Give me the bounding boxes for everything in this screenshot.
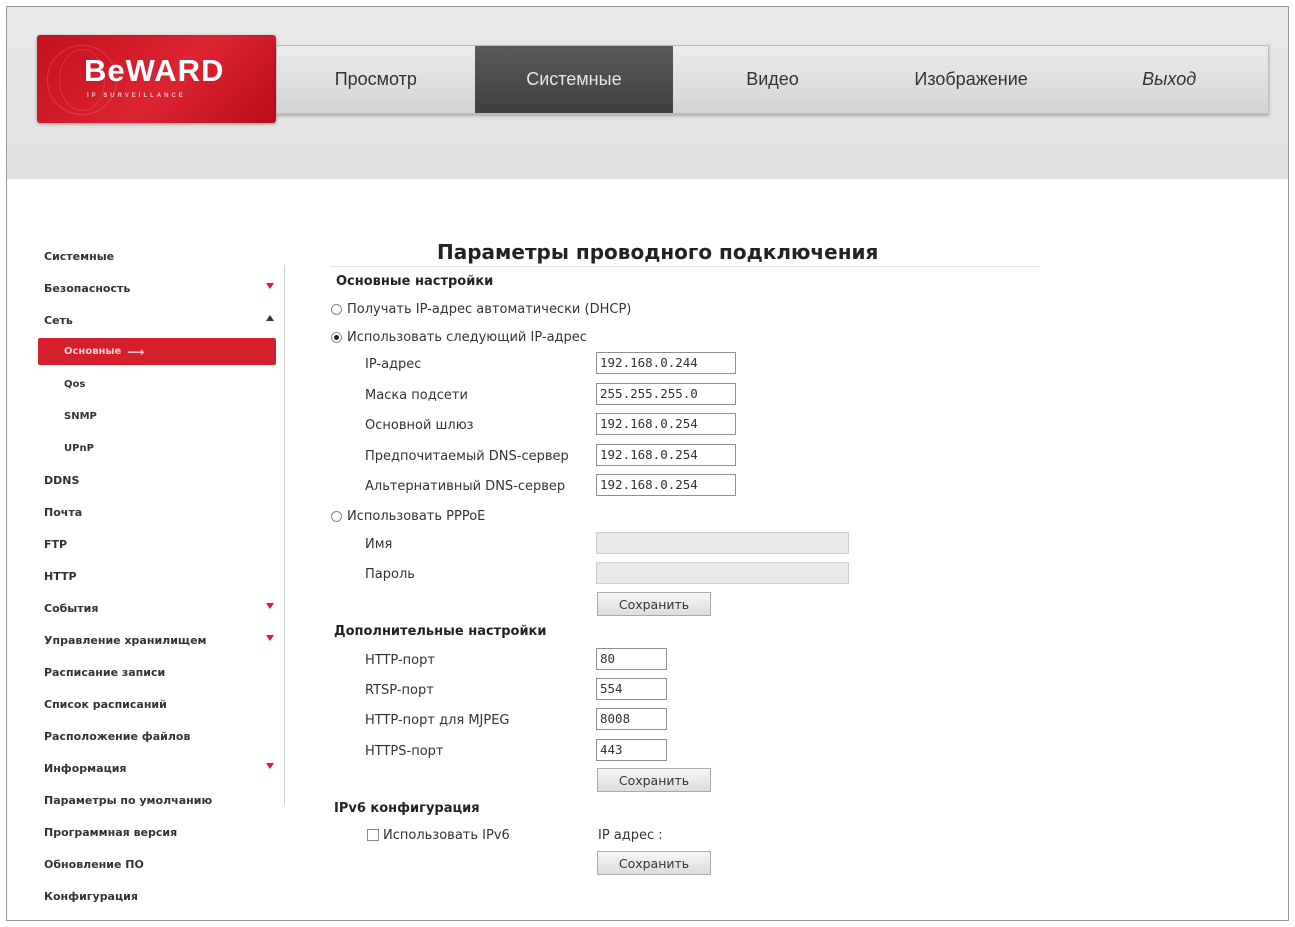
rtsp-port-input[interactable]: 554 — [596, 678, 667, 700]
dns-secondary-input[interactable]: 192.168.0.254 — [596, 474, 736, 496]
nav-tab-3[interactable]: Изображение — [872, 46, 1071, 113]
https-port-label: HTTPS-порт — [365, 744, 444, 759]
sidebar-item-label: FTP — [44, 537, 68, 551]
chevron-down-icon[interactable] — [266, 603, 274, 609]
ipv6-address-label: IP адрес : — [598, 828, 663, 843]
mjpeg-port-input[interactable]: 8008 — [596, 708, 667, 730]
sidebar-item-label: Конфигурация — [44, 889, 138, 903]
advanced-settings-heading: Дополнительные настройки — [334, 624, 547, 639]
pppoe-password-input[interactable] — [596, 562, 849, 584]
save-advanced-button[interactable]: Сохранить — [597, 768, 711, 792]
sidebar-item-label: События — [44, 601, 99, 615]
arrow-right-icon: ⟶ — [127, 344, 145, 359]
dns-secondary-label: Альтернативный DNS-сервер — [365, 479, 566, 494]
save-ipv6-button[interactable]: Сохранить — [597, 851, 711, 875]
sidebar-item-5[interactable]: SNMP — [38, 400, 276, 432]
pppoe-password-label: Пароль — [365, 567, 415, 582]
pppoe-name-label: Имя — [365, 537, 393, 552]
sidebar-item-6[interactable]: UPnP — [38, 432, 276, 464]
ipv6-label: Использовать IPv6 — [383, 828, 510, 843]
sidebar-item-1[interactable]: Безопасность — [38, 272, 276, 304]
sidebar-item-label: DDNS — [44, 473, 80, 487]
sidebar-item-4[interactable]: Qos — [38, 368, 276, 400]
http-port-input[interactable]: 80 — [596, 648, 667, 670]
sidebar-item-11[interactable]: События — [38, 592, 276, 624]
sidebar: Системные Безопасность Сеть Основные ⟶ Qos SNM… — [38, 240, 276, 912]
sidebar-item-0[interactable]: Системные — [38, 240, 276, 272]
sidebar-item-label: Расположение файлов — [44, 729, 191, 743]
basic-settings-heading: Основные настройки — [336, 274, 494, 289]
sidebar-item-label: Основные — [64, 346, 122, 357]
sidebar-item-8[interactable]: Почта — [38, 496, 276, 528]
gateway-input[interactable]: 192.168.0.254 — [596, 413, 736, 435]
chevron-up-icon[interactable] — [266, 315, 274, 321]
sidebar-item-label: HTTP — [44, 569, 77, 583]
nav-tab-2[interactable]: Видео — [673, 46, 872, 113]
sidebar-item-20[interactable]: Конфигурация — [38, 880, 276, 912]
pppoe-radio[interactable] — [331, 511, 342, 522]
sidebar-item-2[interactable]: Сеть — [38, 304, 276, 336]
chevron-down-icon[interactable] — [266, 283, 274, 289]
static-ip-label: Использовать следующий IP-адрес — [347, 330, 587, 345]
chevron-down-icon[interactable] — [266, 763, 274, 769]
sidebar-item-label: Программная версия — [44, 825, 178, 839]
sidebar-item-label: SNMP — [64, 410, 97, 422]
brand-logo[interactable]: BeWARD IP SURVEILLANCE — [37, 35, 276, 123]
sidebar-item-label: Qos — [64, 378, 86, 390]
sidebar-item-label: Безопасность — [44, 281, 131, 295]
sidebar-item-label: Системные — [44, 249, 115, 263]
sidebar-item-12[interactable]: Управление хранилищем — [38, 624, 276, 656]
sidebar-item-14[interactable]: Список расписаний — [38, 688, 276, 720]
sidebar-item-label: Информация — [44, 761, 127, 775]
sidebar-item-label: UPnP — [64, 442, 94, 454]
pppoe-name-input[interactable] — [596, 532, 849, 554]
nav-tab-4[interactable]: Выход — [1070, 46, 1268, 113]
sidebar-item-label: Список расписаний — [44, 697, 167, 711]
static-ip-radio[interactable] — [331, 332, 342, 343]
sidebar-divider — [284, 265, 285, 805]
sidebar-item-15[interactable]: Расположение файлов — [38, 720, 276, 752]
rtsp-port-label: RTSP-порт — [365, 683, 434, 698]
sidebar-item-label: Параметры по умолчанию — [44, 793, 213, 807]
sidebar-item-17[interactable]: Параметры по умолчанию — [38, 784, 276, 816]
sidebar-item-7[interactable]: DDNS — [38, 464, 276, 496]
ipv6-checkbox[interactable] — [367, 829, 379, 841]
nav-tab-1[interactable]: Системные — [474, 46, 674, 113]
sidebar-item-16[interactable]: Информация — [38, 752, 276, 784]
subnet-mask-label: Маска подсети — [365, 388, 468, 403]
sidebar-item-3[interactable]: Основные ⟶ — [38, 338, 276, 365]
sidebar-item-label: Обновление ПО — [44, 857, 144, 871]
dhcp-radio[interactable] — [331, 304, 342, 315]
logo-brand-text: BeWARD — [84, 53, 225, 88]
logo-tagline: IP SURVEILLANCE — [87, 93, 186, 99]
title-divider — [330, 266, 1040, 267]
sidebar-item-10[interactable]: HTTP — [38, 560, 276, 592]
pppoe-label: Использовать PPPoE — [347, 509, 486, 524]
sidebar-item-9[interactable]: FTP — [38, 528, 276, 560]
ipv6-heading: IPv6 конфигурация — [334, 801, 480, 816]
sidebar-item-18[interactable]: Программная версия — [38, 816, 276, 848]
nav-tab-0[interactable]: Просмотр — [277, 46, 475, 113]
sidebar-item-13[interactable]: Расписание записи — [38, 656, 276, 688]
http-port-label: HTTP-порт — [365, 653, 435, 668]
page-title: Параметры проводного подключения — [437, 240, 879, 264]
ip-address-label: IP-адрес — [365, 357, 422, 372]
dns-primary-input[interactable]: 192.168.0.254 — [596, 444, 736, 466]
ip-address-input[interactable]: 192.168.0.244 — [596, 352, 736, 374]
sidebar-item-label: Управление хранилищем — [44, 633, 207, 647]
sidebar-item-label: Почта — [44, 505, 83, 519]
dns-primary-label: Предпочитаемый DNS-сервер — [365, 449, 569, 464]
sidebar-item-label: Расписание записи — [44, 665, 166, 679]
subnet-mask-input[interactable]: 255.255.255.0 — [596, 383, 736, 405]
top-nav: Просмотр Системные Видео Изображение Выход — [276, 45, 1269, 114]
gateway-label: Основной шлюз — [365, 418, 474, 433]
save-basic-button[interactable]: Сохранить — [597, 592, 711, 616]
sidebar-item-19[interactable]: Обновление ПО — [38, 848, 276, 880]
https-port-input[interactable]: 443 — [596, 739, 667, 761]
dhcp-label: Получать IP-адрес автоматически (DHCP) — [347, 302, 632, 317]
sidebar-item-label: Сеть — [44, 313, 73, 327]
mjpeg-port-label: HTTP-порт для MJPEG — [365, 713, 510, 728]
chevron-down-icon[interactable] — [266, 635, 274, 641]
